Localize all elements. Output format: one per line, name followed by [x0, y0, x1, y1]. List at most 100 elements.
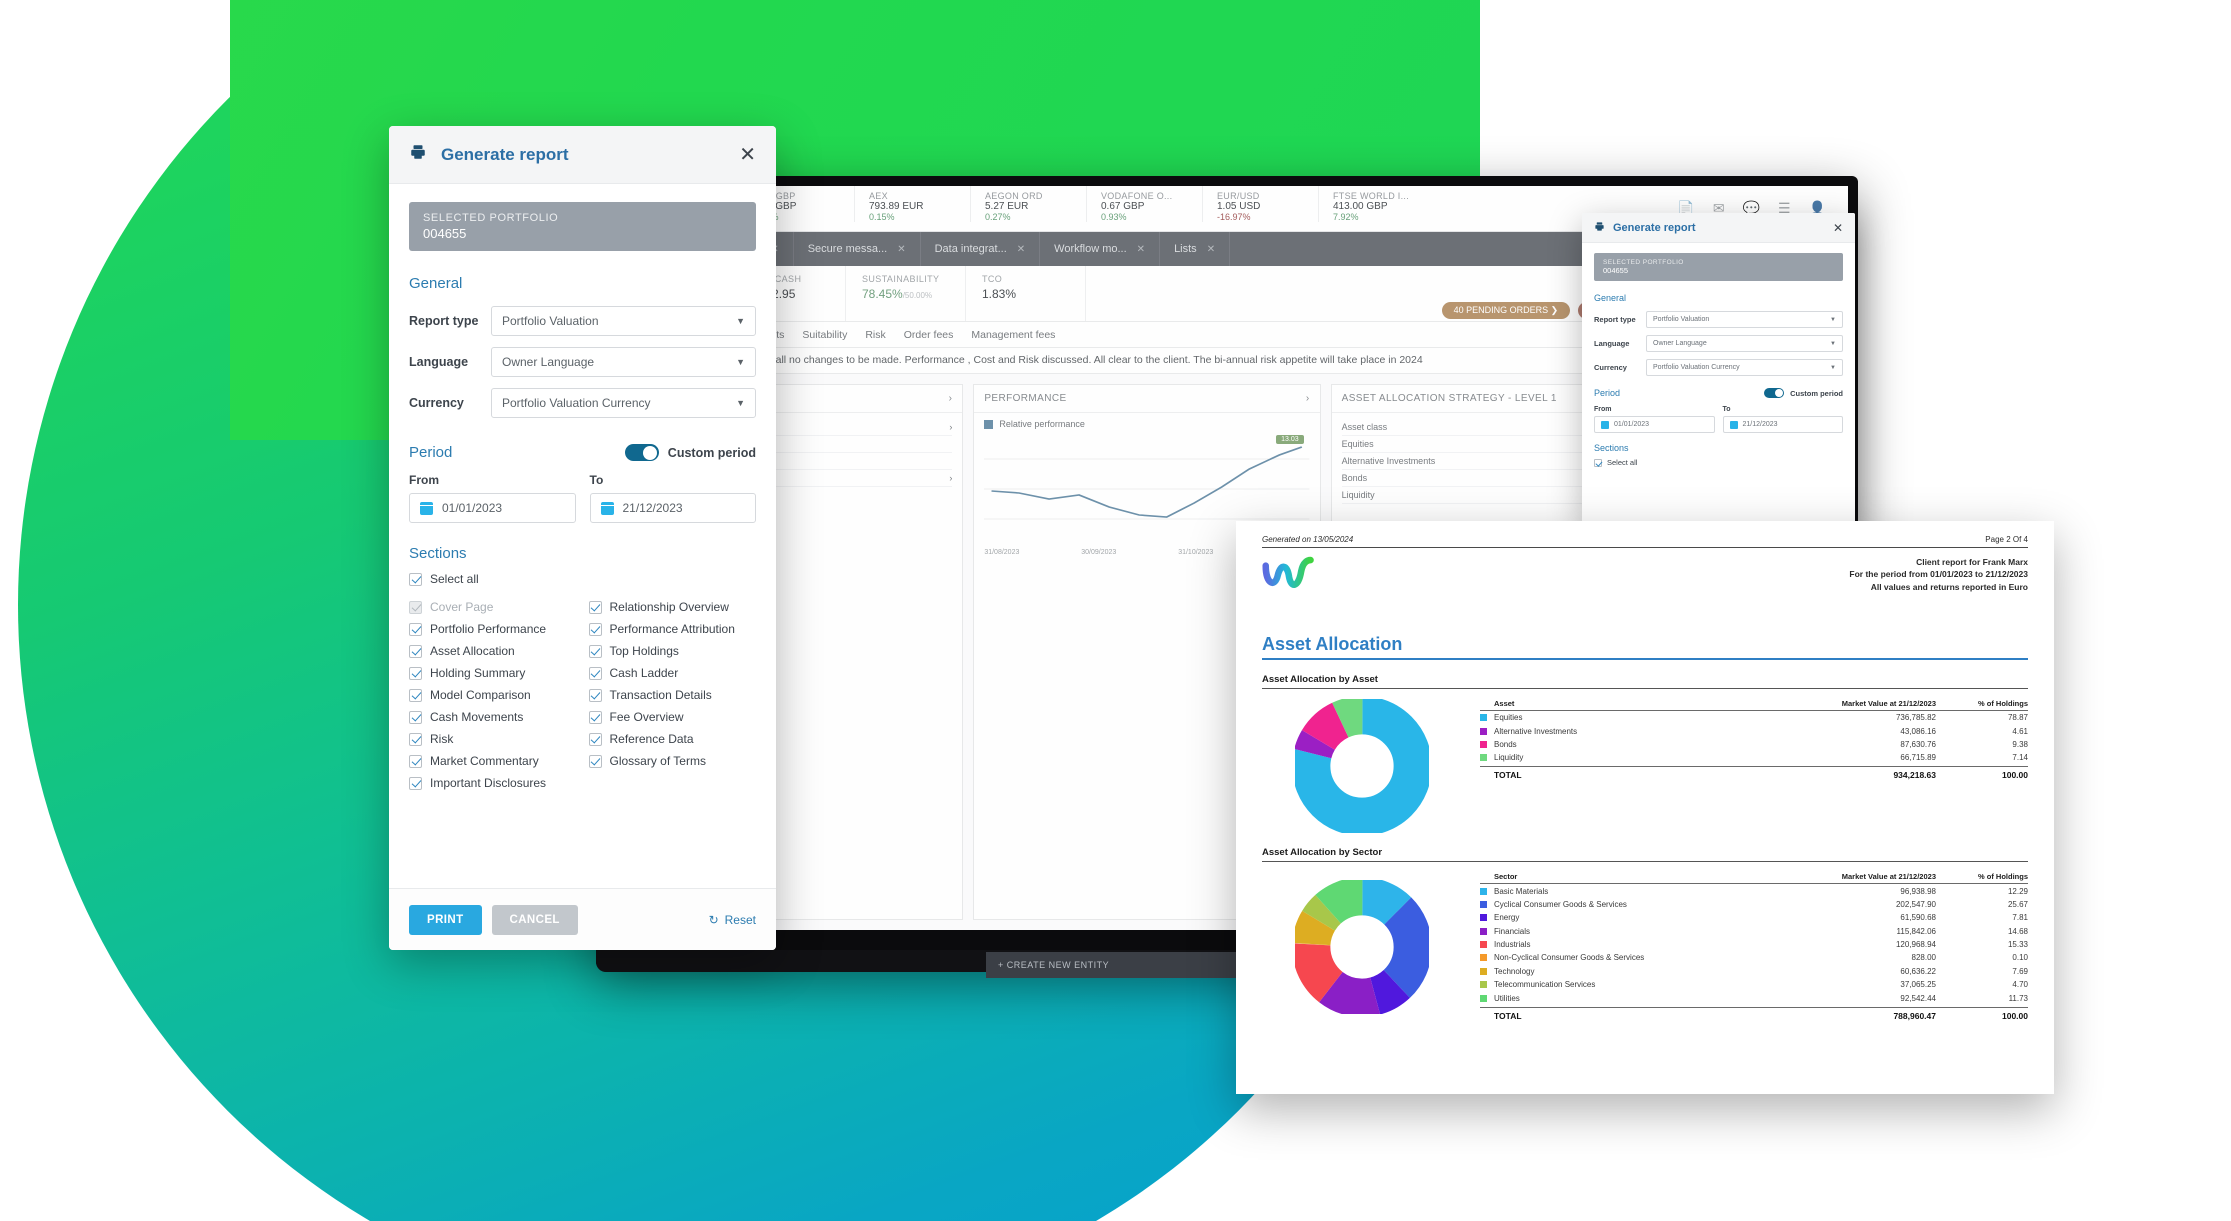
market-commentary-checkbox[interactable]: [409, 754, 422, 768]
ticker-item[interactable]: FTSE WORLD I... 413.00 GBP 7.92%: [1318, 186, 1434, 222]
select-all-checkbox[interactable]: [409, 572, 422, 586]
transaction-details-checkbox[interactable]: [588, 688, 602, 702]
reset-button[interactable]: ↻ Reset: [709, 913, 756, 927]
section-important-disclosures[interactable]: Important Disclosures: [409, 776, 577, 790]
reference-data-checkbox[interactable]: [588, 732, 602, 746]
tablet-custom-period-toggle[interactable]: [1764, 388, 1785, 398]
legend-swatch: [1480, 927, 1487, 935]
risk-checkbox[interactable]: [409, 732, 422, 746]
dialog-title: Generate report: [441, 144, 569, 164]
report-period-line: For the period from 01/01/2023 to 21/12/…: [1849, 569, 2028, 580]
portfolio-performance-checkbox[interactable]: [409, 622, 422, 636]
close-icon[interactable]: ✕: [1017, 244, 1025, 255]
tablet-selected-portfolio: SELECTED PORTFOLIO 004655: [1594, 253, 1843, 281]
tab-secure-messaging[interactable]: Secure messa... ✕: [794, 232, 921, 266]
table-row: Industrials 120,968.94 15.33: [1480, 938, 2028, 951]
ticker-item[interactable]: VODAFONE O... 0.67 GBP 0.93%: [1086, 186, 1202, 222]
select-all-row[interactable]: Select all: [409, 572, 756, 586]
tab-workflow-monitor[interactable]: Workflow mo... ✕: [1040, 232, 1161, 266]
currency-select[interactable]: Portfolio Valuation Currency ▼: [491, 388, 756, 418]
dialog-body: SELECTED PORTFOLIO 004655 General Report…: [389, 184, 776, 888]
section-glossary-of-terms[interactable]: Glossary of Terms: [588, 754, 757, 768]
performance-attribution-label: Performance Attribution: [609, 622, 735, 636]
top-holdings-checkbox[interactable]: [588, 644, 602, 658]
section-market-commentary[interactable]: Market Commentary: [409, 754, 577, 768]
tablet-to-input[interactable]: 21/12/2023: [1722, 416, 1843, 433]
section-holding-summary[interactable]: Holding Summary: [409, 666, 577, 680]
subtab-risk[interactable]: Risk: [865, 329, 885, 341]
section-relationship-overview[interactable]: Relationship Overview: [588, 600, 757, 614]
table-row: Utilities 92,542.44 11.73: [1480, 991, 2028, 1004]
close-icon[interactable]: ✕: [1207, 244, 1215, 255]
fee-overview-checkbox[interactable]: [588, 710, 602, 724]
section-portfolio-performance[interactable]: Portfolio Performance: [409, 622, 577, 636]
language-select[interactable]: Owner Language ▼: [491, 347, 756, 377]
section-cash-movements[interactable]: Cash Movements: [409, 710, 577, 724]
selected-portfolio-value: 004655: [423, 226, 467, 241]
glossary-of-terms-label: Glossary of Terms: [609, 754, 706, 768]
dialog-footer: PRINT CANCEL ↻ Reset: [389, 888, 776, 950]
chevron-right-icon[interactable]: ›: [1306, 393, 1310, 404]
tablet-select-all-checkbox[interactable]: [1594, 458, 1602, 467]
tablet-language-value: Owner Language: [1653, 340, 1707, 347]
print-button[interactable]: PRINT: [409, 904, 482, 935]
pending-orders-pill[interactable]: 40 PENDING ORDERS ❯: [1441, 302, 1571, 319]
table-total-row: TOTAL 788,960.47 100.00: [1480, 1006, 2028, 1021]
to-date-input[interactable]: 21/12/2023: [589, 493, 756, 523]
important-disclosures-checkbox[interactable]: [409, 776, 422, 790]
section-risk[interactable]: Risk: [409, 732, 577, 746]
section-top-holdings[interactable]: Top Holdings: [588, 644, 757, 658]
cash-movements-checkbox[interactable]: [409, 710, 422, 724]
section-model-comparison[interactable]: Model Comparison: [409, 688, 577, 702]
asset-allocation-checkbox[interactable]: [409, 644, 422, 658]
portfolio-performance-label: Portfolio Performance: [430, 622, 547, 636]
table-row: Non-Cyclical Consumer Goods & Services 8…: [1480, 951, 2028, 964]
section-cash-ladder[interactable]: Cash Ladder: [588, 666, 757, 680]
cancel-button[interactable]: CANCEL: [491, 904, 578, 935]
tab-data-integration[interactable]: Data integrat... ✕: [921, 232, 1041, 266]
subtab-order-fees[interactable]: Order fees: [904, 329, 954, 341]
close-icon[interactable]: ✕: [739, 145, 756, 165]
important-disclosures-label: Important Disclosures: [430, 776, 547, 790]
close-icon[interactable]: ✕: [1833, 221, 1843, 235]
tab-lists[interactable]: Lists ✕: [1160, 232, 1231, 266]
report-heading: Asset Allocation: [1262, 634, 1403, 654]
tablet-currency-select[interactable]: Portfolio Valuation Currency ▼: [1646, 359, 1843, 376]
tablet-language-select[interactable]: Owner Language ▼: [1646, 335, 1843, 352]
ticker-item[interactable]: EUR/USD 1.05 USD -16.97%: [1202, 186, 1318, 222]
report-heading-rule: [1262, 658, 2028, 660]
ticker-name: VODAFONE O...: [1101, 190, 1173, 201]
ticker-item[interactable]: AEGON ORD 5.27 EUR 0.27%: [970, 186, 1086, 222]
model-comparison-checkbox[interactable]: [409, 688, 422, 702]
legend-swatch: [1480, 981, 1487, 989]
subtab-management-fees[interactable]: Management fees: [971, 329, 1055, 341]
performance-attribution-checkbox[interactable]: [588, 622, 602, 636]
close-icon[interactable]: ✕: [1137, 244, 1145, 255]
section-transaction-details[interactable]: Transaction Details: [588, 688, 757, 702]
ticker-item[interactable]: AEX 793.89 EUR 0.15%: [854, 186, 970, 222]
kpi-tco: TCO 1.83%: [966, 266, 1086, 321]
from-date-input[interactable]: 01/01/2023: [409, 493, 576, 523]
tablet-period-header: Period Custom period: [1594, 388, 1843, 398]
section-fee-overview[interactable]: Fee Overview: [588, 710, 757, 724]
close-icon[interactable]: ✕: [897, 244, 905, 255]
section-asset-allocation[interactable]: Asset Allocation: [409, 644, 577, 658]
ticker-change: 0.27%: [985, 211, 1011, 222]
holding-summary-checkbox[interactable]: [409, 666, 422, 680]
chevron-right-icon[interactable]: ›: [949, 393, 953, 404]
tablet-from-group: From 01/01/2023: [1594, 406, 1715, 433]
section-performance-attribution[interactable]: Performance Attribution: [588, 622, 757, 636]
tablet-report-type-select[interactable]: Portfolio Valuation ▼: [1646, 311, 1843, 328]
cash-ladder-checkbox[interactable]: [588, 666, 602, 680]
custom-period-toggle[interactable]: [624, 444, 659, 461]
calendar-icon: [600, 501, 614, 515]
chevron-right-icon: ›: [949, 422, 953, 432]
tablet-from-input[interactable]: 01/01/2023: [1594, 416, 1715, 433]
legend-swatch: [1480, 967, 1487, 975]
tablet-selected-portfolio-label: SELECTED PORTFOLIO: [1603, 259, 1684, 266]
section-reference-data[interactable]: Reference Data: [588, 732, 757, 746]
report-type-select[interactable]: Portfolio Valuation ▼: [491, 306, 756, 336]
subtab-suitability[interactable]: Suitability: [802, 329, 847, 341]
glossary-of-terms-checkbox[interactable]: [588, 754, 602, 768]
relationship-overview-checkbox[interactable]: [588, 600, 602, 614]
